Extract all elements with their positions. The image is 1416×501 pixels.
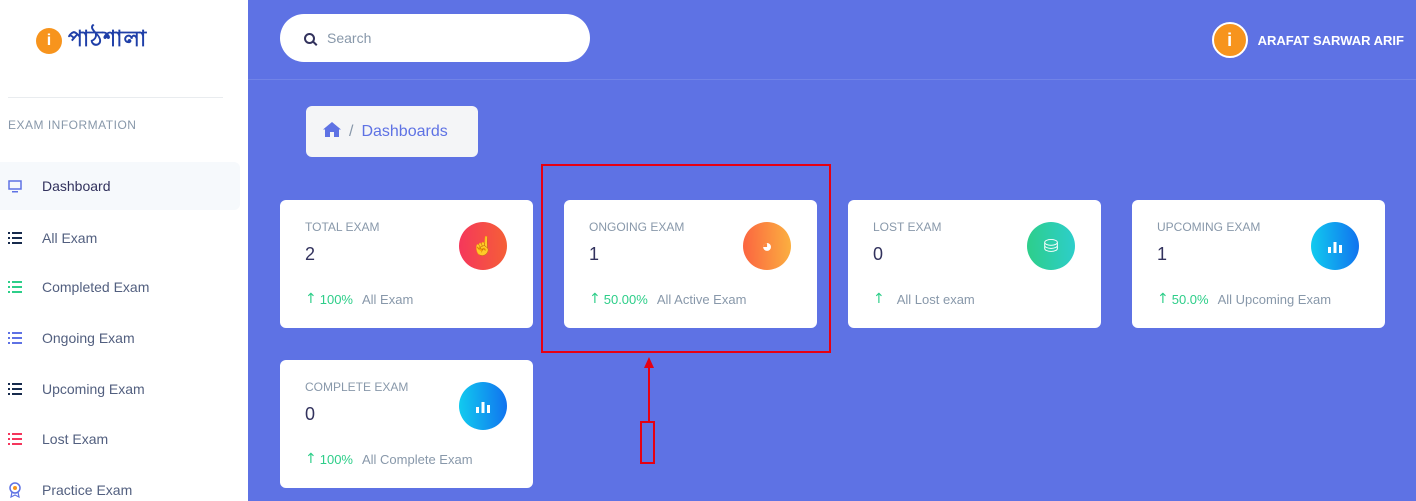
sidebar-item-dashboard[interactable]: Dashboard: [0, 162, 240, 210]
bar-chart-icon: [1311, 222, 1359, 270]
list-icon: [8, 332, 22, 344]
card-title: LOST EXAM: [873, 220, 942, 234]
search-icon: [304, 32, 315, 44]
card-value: 1: [1157, 244, 1168, 264]
card-change: 100%: [319, 451, 353, 467]
user-menu[interactable]: i ARAFAT SARWAR ARIF: [1211, 22, 1404, 58]
sidebar-item-lost-exam[interactable]: Lost Exam: [0, 415, 240, 463]
sidebar-item-label: All Exam: [42, 230, 98, 246]
annotation-small-box: [640, 421, 655, 464]
logo-icon: i: [36, 27, 62, 54]
sidebar-item-label: Completed Exam: [42, 279, 150, 295]
card-footer-text: All Upcoming Exam: [1217, 291, 1332, 307]
stat-card-complete-exam[interactable]: COMPLETE EXAM 0 ↑ 100% All Complete Exam: [280, 360, 533, 488]
breadcrumb-current[interactable]: Dashboards: [361, 123, 447, 141]
card-footer: ↑ 50.0% All Upcoming Exam: [1157, 291, 1331, 307]
annotation-arrow-line: [648, 366, 650, 422]
sidebar-item-practice-exam[interactable]: Practice Exam: [0, 466, 240, 501]
list-icon: [8, 232, 22, 244]
sidebar-item-all-exam[interactable]: All Exam: [0, 214, 240, 262]
card-footer-text: All Lost exam: [896, 291, 975, 307]
bar-chart-icon: [459, 382, 507, 430]
card-value: 0: [305, 404, 316, 424]
list-icon: [8, 281, 22, 293]
sidebar-item-label: Dashboard: [42, 178, 111, 194]
card-change: 50.0%: [1171, 291, 1209, 307]
stat-card-upcoming-exam[interactable]: UPCOMING EXAM 1 ↑ 50.0% All Upcoming Exa…: [1132, 200, 1385, 328]
card-title: UPCOMING EXAM: [1157, 220, 1261, 234]
sidebar-heading: EXAM INFORMATION: [8, 118, 137, 132]
stat-card-total-exam[interactable]: TOTAL EXAM 2 ☝ ↑ 100% All Exam: [280, 200, 533, 328]
logo-text: পাঠশালা: [68, 26, 148, 52]
list-icon: [8, 383, 22, 395]
card-footer: ↑ 100% All Complete Exam: [305, 451, 473, 467]
breadcrumb: / Dashboards: [306, 106, 478, 157]
card-footer: ↑ 100% All Exam: [305, 291, 413, 307]
arrow-up-icon: ↑: [305, 291, 317, 307]
sidebar-item-ongoing-exam[interactable]: Ongoing Exam: [0, 314, 240, 362]
arrow-up-icon: ↑: [1157, 291, 1169, 307]
home-icon[interactable]: [323, 121, 341, 142]
monitor-icon: [8, 179, 22, 193]
sidebar-item-label: Ongoing Exam: [42, 330, 135, 346]
sidebar-divider: [8, 97, 223, 98]
list-icon: [8, 433, 22, 445]
sidebar: i পাঠশালা EXAM INFORMATION Dashboard All…: [0, 0, 248, 501]
card-value: 0: [873, 244, 884, 264]
user-name: ARAFAT SARWAR ARIF: [1257, 32, 1404, 48]
card-value: 2: [305, 244, 316, 264]
header-divider: [248, 79, 1416, 80]
sidebar-item-completed-exam[interactable]: Completed Exam: [0, 263, 240, 311]
card-title: COMPLETE EXAM: [305, 380, 409, 394]
breadcrumb-separator: /: [349, 122, 354, 140]
avatar: i: [1211, 22, 1248, 58]
sidebar-item-label: Lost Exam: [42, 431, 109, 447]
card-title: TOTAL EXAM: [305, 220, 380, 234]
search-bar[interactable]: [280, 14, 590, 62]
annotation-highlight-box: [541, 164, 831, 353]
stat-card-lost-exam[interactable]: LOST EXAM 0 ⛁ ↑ All Lost exam: [848, 200, 1101, 328]
card-footer-text: All Exam: [361, 291, 414, 307]
card-change: 100%: [319, 291, 353, 307]
arrow-up-icon: ↑: [305, 451, 317, 467]
money-icon: ⛁: [1027, 222, 1075, 270]
award-icon: [8, 482, 22, 498]
hand-pointer-icon: ☝: [459, 222, 507, 270]
card-footer-text: All Complete Exam: [361, 451, 473, 467]
sidebar-item-label: Upcoming Exam: [42, 381, 145, 397]
arrow-up-icon: ↑: [873, 291, 885, 307]
sidebar-item-label: Practice Exam: [42, 482, 133, 498]
sidebar-item-upcoming-exam[interactable]: Upcoming Exam: [0, 365, 240, 413]
search-input[interactable]: [327, 30, 567, 46]
card-footer: ↑ All Lost exam: [873, 291, 975, 307]
brand-logo[interactable]: i পাঠশালা: [36, 22, 147, 59]
